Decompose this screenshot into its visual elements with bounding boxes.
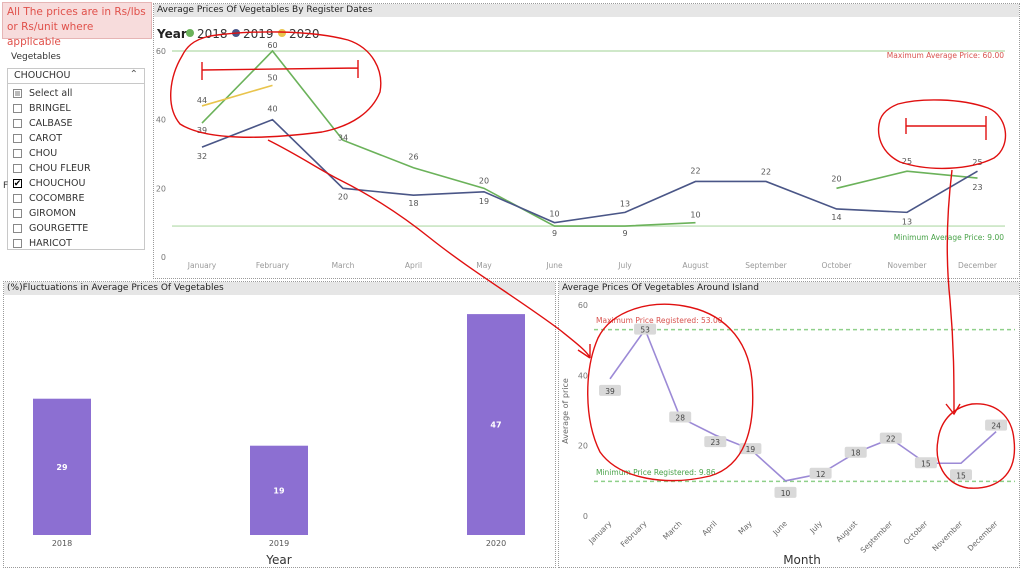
side-label: F bbox=[3, 181, 8, 191]
x-tick-label: June bbox=[545, 261, 563, 270]
y-tick-label: 40 bbox=[156, 116, 166, 125]
line-chart: 0 20 40 60 January February March April May June J… bbox=[156, 41, 1005, 270]
series-line-2020 bbox=[201, 84, 273, 107]
legend-label: 2019 bbox=[243, 27, 274, 41]
data-label: 10 bbox=[690, 211, 700, 220]
data-label: 14 bbox=[831, 213, 841, 222]
island-min-ref-label: Minimum Price Registered: 9.86 bbox=[596, 468, 716, 477]
island-line-chart: 0 20 40 60 Average of price 39 53 28 23 19 10 12 18 2… bbox=[561, 301, 1015, 567]
x-tick-label: December bbox=[958, 261, 998, 270]
min-ref-label: Minimum Average Price: 9.00 bbox=[894, 233, 1004, 242]
data-label: 15 bbox=[956, 471, 966, 480]
data-label: 15 bbox=[921, 459, 931, 468]
annotation-bar-top-left bbox=[201, 60, 359, 80]
bar-value-label: 29 bbox=[56, 463, 68, 472]
x-axis-title: Year bbox=[265, 553, 291, 567]
data-label: 18 bbox=[408, 199, 418, 208]
data-label: 23 bbox=[972, 183, 982, 192]
legend-marker bbox=[186, 29, 194, 37]
y-axis-title: Average of price bbox=[561, 378, 570, 444]
x-tick-label: October bbox=[821, 261, 852, 270]
island-max-ref-label: Maximum Price Registered: 53.00 bbox=[596, 316, 723, 325]
x-tick-label: August bbox=[834, 519, 859, 544]
x-tick-label: 2019 bbox=[269, 539, 289, 548]
x-tick-label: March bbox=[661, 519, 684, 542]
x-tick-label: July bbox=[617, 261, 632, 270]
bar-value-label: 47 bbox=[490, 421, 501, 430]
data-label: 50 bbox=[267, 73, 277, 82]
line-chart-legend: 2018 2019 2020 bbox=[186, 27, 320, 41]
x-tick-label: 2020 bbox=[486, 539, 506, 548]
x-tick-label: September bbox=[859, 518, 895, 554]
x-tick-label: October bbox=[902, 518, 930, 546]
x-tick-label: May bbox=[476, 261, 492, 270]
data-label: 26 bbox=[408, 153, 418, 162]
data-label: 23 bbox=[711, 438, 721, 447]
x-tick-label: 2018 bbox=[52, 539, 72, 548]
y-tick-label: 60 bbox=[156, 47, 166, 56]
y-tick-label: 40 bbox=[578, 371, 588, 380]
x-tick-label: November bbox=[887, 261, 927, 270]
max-ref-label: Maximum Average Price: 60.00 bbox=[887, 51, 1004, 60]
data-label: 13 bbox=[902, 217, 912, 226]
x-tick-label: December bbox=[966, 518, 1001, 553]
data-label: 22 bbox=[690, 166, 700, 175]
x-tick-label: January bbox=[586, 519, 614, 547]
data-label: 24 bbox=[991, 422, 1001, 431]
data-label: 22 bbox=[761, 167, 771, 176]
data-label: 34 bbox=[338, 133, 348, 142]
x-tick-label: April bbox=[405, 261, 422, 270]
data-label: 20 bbox=[338, 192, 348, 201]
x-tick-label: July bbox=[807, 519, 824, 536]
legend-marker bbox=[278, 29, 286, 37]
x-axis-title: Month bbox=[783, 553, 821, 567]
data-label: 19 bbox=[746, 445, 756, 454]
data-label: 22 bbox=[886, 435, 896, 444]
data-label: 10 bbox=[781, 489, 791, 498]
series-line-2019 bbox=[201, 118, 978, 224]
data-label: 60 bbox=[267, 41, 277, 50]
y-tick-label: 0 bbox=[161, 253, 166, 262]
data-label: 20 bbox=[479, 176, 489, 185]
data-label: 10 bbox=[549, 210, 559, 219]
y-tick-label: 20 bbox=[156, 184, 166, 193]
annotation-arrow-dec bbox=[945, 169, 961, 416]
x-tick-label: June bbox=[770, 519, 789, 538]
data-label: 13 bbox=[620, 199, 630, 208]
legend-title: Year bbox=[156, 27, 187, 41]
x-tick-label: November bbox=[930, 518, 965, 553]
data-label: 32 bbox=[197, 152, 207, 161]
annotation-circle-dec bbox=[936, 403, 1016, 489]
x-tick-label: February bbox=[256, 261, 290, 270]
x-tick-label: September bbox=[745, 261, 787, 270]
data-label: 20 bbox=[831, 174, 841, 183]
bar-chart: 29 2018 19 2019 47 2020 Year bbox=[33, 314, 525, 567]
x-tick-label: August bbox=[682, 261, 708, 270]
data-label: 40 bbox=[267, 105, 277, 114]
data-label: 9 bbox=[552, 229, 557, 238]
data-label: 9 bbox=[622, 229, 627, 238]
data-label: 18 bbox=[851, 449, 861, 458]
series-line-2018 bbox=[836, 170, 978, 190]
y-tick-label: 0 bbox=[583, 512, 588, 521]
data-label: 53 bbox=[640, 326, 650, 335]
data-label: 19 bbox=[479, 197, 489, 206]
x-tick-label: January bbox=[187, 261, 217, 270]
x-tick-label: May bbox=[736, 519, 754, 537]
bar-value-label: 19 bbox=[273, 486, 285, 495]
x-tick-label: February bbox=[619, 519, 649, 549]
charts-canvas: Year 2018 2019 2020 F Maximum Average Pric… bbox=[3, 27, 1016, 567]
annotation-bar-top-right bbox=[905, 116, 987, 140]
y-tick-label: 20 bbox=[578, 442, 588, 451]
data-label: 28 bbox=[675, 414, 685, 423]
y-tick-label: 60 bbox=[578, 301, 588, 310]
x-tick-label: April bbox=[700, 519, 718, 537]
data-label: 39 bbox=[605, 387, 615, 396]
x-tick-label: March bbox=[332, 261, 355, 270]
data-label: 12 bbox=[816, 470, 826, 479]
data-label: 44 bbox=[197, 96, 207, 105]
